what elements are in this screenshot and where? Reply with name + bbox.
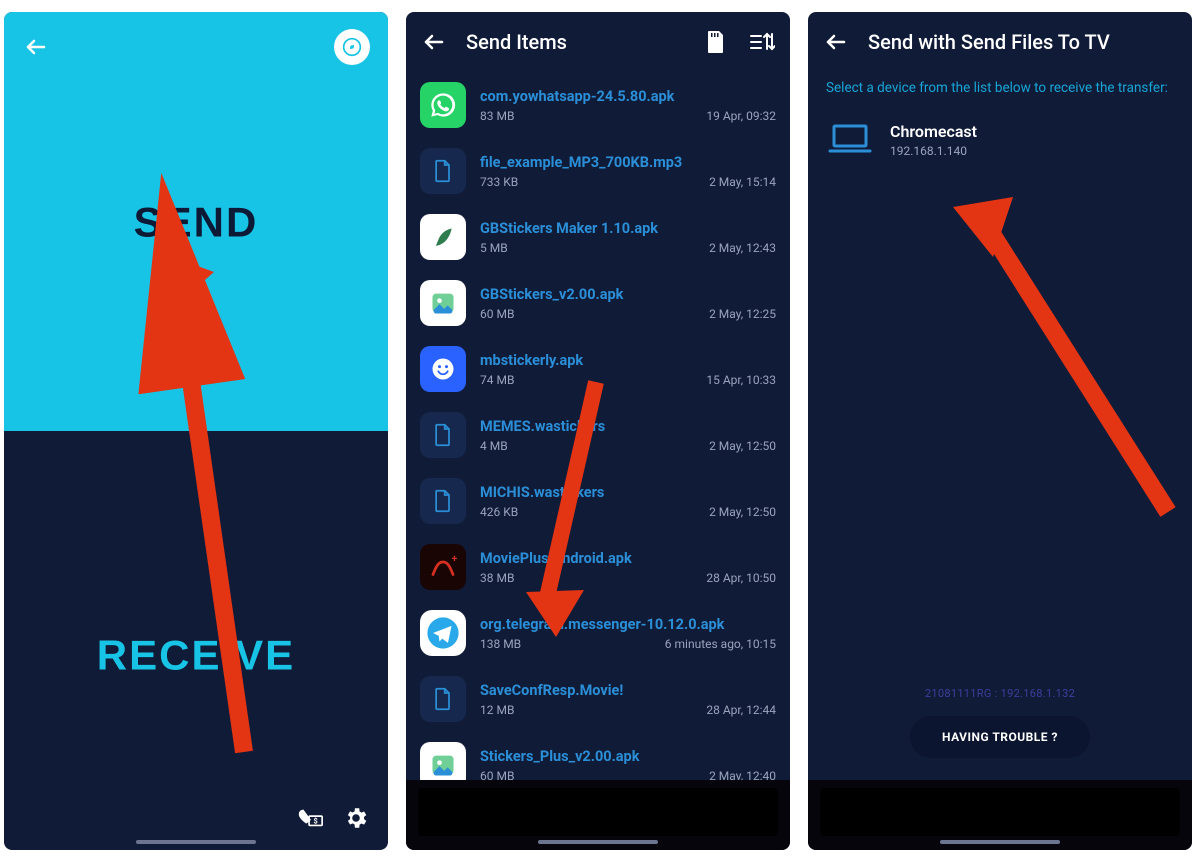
file-row[interactable]: mbstickerly.apk 74 MB 15 Apr, 10:33 xyxy=(406,336,790,402)
file-size: 74 MB xyxy=(480,373,514,387)
file-name: MEMES.wastickers xyxy=(480,418,776,435)
file-name: GBStickers Maker 1.10.apk xyxy=(480,220,776,237)
file-time: 2 May, 12:50 xyxy=(709,505,776,519)
file-row[interactable]: org.telegram.messenger-10.12.0.apk 138 MB… xyxy=(406,600,790,666)
home-indicator xyxy=(940,840,1060,844)
file-size: 138 MB xyxy=(480,637,521,651)
file-row[interactable]: MICHIS.wastickers 426 KB 2 May, 12:50 xyxy=(406,468,790,534)
file-size: 4 MB xyxy=(480,439,508,453)
app-icon: + xyxy=(420,544,466,590)
screen-send-items: Send Items com.yowhatsapp-24.5.80.apk 83 … xyxy=(406,12,790,850)
app-icon xyxy=(420,82,466,128)
page-title: Send Items xyxy=(466,30,567,54)
file-time: 2 May, 12:40 xyxy=(709,769,776,781)
file-time: 2 May, 12:25 xyxy=(709,307,776,321)
file-size: 426 KB xyxy=(480,505,518,519)
file-name: com.yowhatsapp-24.5.80.apk xyxy=(480,88,776,105)
file-time: 2 May, 12:50 xyxy=(709,439,776,453)
app-icon xyxy=(420,346,466,392)
annotation-arrow-device xyxy=(938,172,1192,532)
file-name: SaveConfResp.Movie! xyxy=(480,682,776,699)
receive-region[interactable]: RECEIVE $ xyxy=(4,431,388,850)
file-name: Stickers_Plus_v2.00.apk xyxy=(480,748,776,765)
home-indicator xyxy=(136,840,256,844)
app-icon xyxy=(420,280,466,326)
receive-label: RECEIVE xyxy=(4,631,388,679)
back-button[interactable] xyxy=(22,33,50,61)
app-icon xyxy=(420,610,466,656)
trouble-button[interactable]: HAVING TROUBLE ? xyxy=(910,716,1090,758)
file-size: 38 MB xyxy=(480,571,514,585)
support-button[interactable]: $ xyxy=(296,804,324,832)
device-ip: 192.168.1.140 xyxy=(890,144,977,158)
file-time: 19 Apr, 09:32 xyxy=(706,109,776,123)
file-row[interactable]: SaveConfResp.Movie! 12 MB 28 Apr, 12:44 xyxy=(406,666,790,732)
file-time: 15 Apr, 10:33 xyxy=(706,373,776,387)
file-time: 2 May, 12:43 xyxy=(709,241,776,255)
file-row[interactable]: GBStickers Maker 1.10.apk 5 MB 2 May, 12:4… xyxy=(406,204,790,270)
file-icon xyxy=(420,148,466,194)
sort-button[interactable] xyxy=(748,28,776,56)
page-title: Send with Send Files To TV xyxy=(868,30,1110,54)
file-name: file_example_MP3_700KB.mp3 xyxy=(480,154,776,171)
file-row[interactable]: GBStickers_v2.00.apk 60 MB 2 May, 12:25 xyxy=(406,270,790,336)
app-icon xyxy=(420,214,466,260)
file-size: 60 MB xyxy=(480,769,514,781)
file-row[interactable]: + MoviePlus.Android.apk 38 MB 28 Apr, 10:50 xyxy=(406,534,790,600)
storage-button[interactable] xyxy=(702,28,730,56)
instruction-text: Select a device from the list below to r… xyxy=(808,72,1192,114)
file-size: 12 MB xyxy=(480,703,514,717)
file-row[interactable]: MEMES.wastickers 4 MB 2 May, 12:50 xyxy=(406,402,790,468)
file-name: MICHIS.wastickers xyxy=(480,484,776,501)
file-size: 83 MB xyxy=(480,109,514,123)
back-button[interactable] xyxy=(822,28,850,56)
app-icon xyxy=(420,742,466,780)
device-item[interactable]: Chromecast 192.168.1.140 xyxy=(808,114,1192,166)
screen-send-receive: SEND RECEIVE $ xyxy=(4,12,388,850)
file-row[interactable]: com.yowhatsapp-24.5.80.apk 83 MB 19 Apr, 0… xyxy=(406,72,790,138)
svg-text:$: $ xyxy=(313,817,317,826)
file-time: 2 May, 15:14 xyxy=(709,175,776,189)
file-name: mbstickerly.apk xyxy=(480,352,776,369)
svg-text:+: + xyxy=(452,554,458,565)
device-name: Chromecast xyxy=(890,122,977,141)
file-time: 28 Apr, 10:50 xyxy=(706,571,776,585)
laptop-icon xyxy=(828,122,872,156)
file-name: MoviePlus.Android.apk xyxy=(480,550,776,567)
file-size: 5 MB xyxy=(480,241,508,255)
home-indicator xyxy=(538,840,658,844)
screen-select-device: Send with Send Files To TV Select a devi… xyxy=(808,12,1192,850)
this-device-info: 21081111RG : 192.168.1.132 xyxy=(808,687,1192,700)
compass-button[interactable] xyxy=(334,29,370,65)
file-time: 6 minutes ago, 10:15 xyxy=(665,637,776,651)
file-icon xyxy=(420,412,466,458)
file-icon xyxy=(420,676,466,722)
file-size: 733 KB xyxy=(480,175,518,189)
file-row[interactable]: Stickers_Plus_v2.00.apk 60 MB 2 May, 12:40 xyxy=(406,732,790,780)
file-time: 28 Apr, 12:44 xyxy=(706,703,776,717)
settings-button[interactable] xyxy=(342,804,370,832)
file-name: GBStickers_v2.00.apk xyxy=(480,286,776,303)
back-button[interactable] xyxy=(420,28,448,56)
send-region[interactable]: SEND xyxy=(4,12,388,431)
send-label: SEND xyxy=(4,199,388,247)
file-size: 60 MB xyxy=(480,307,514,321)
file-name: org.telegram.messenger-10.12.0.apk xyxy=(480,616,776,633)
file-icon xyxy=(420,478,466,524)
file-row[interactable]: file_example_MP3_700KB.mp3 733 KB 2 May, 1… xyxy=(406,138,790,204)
